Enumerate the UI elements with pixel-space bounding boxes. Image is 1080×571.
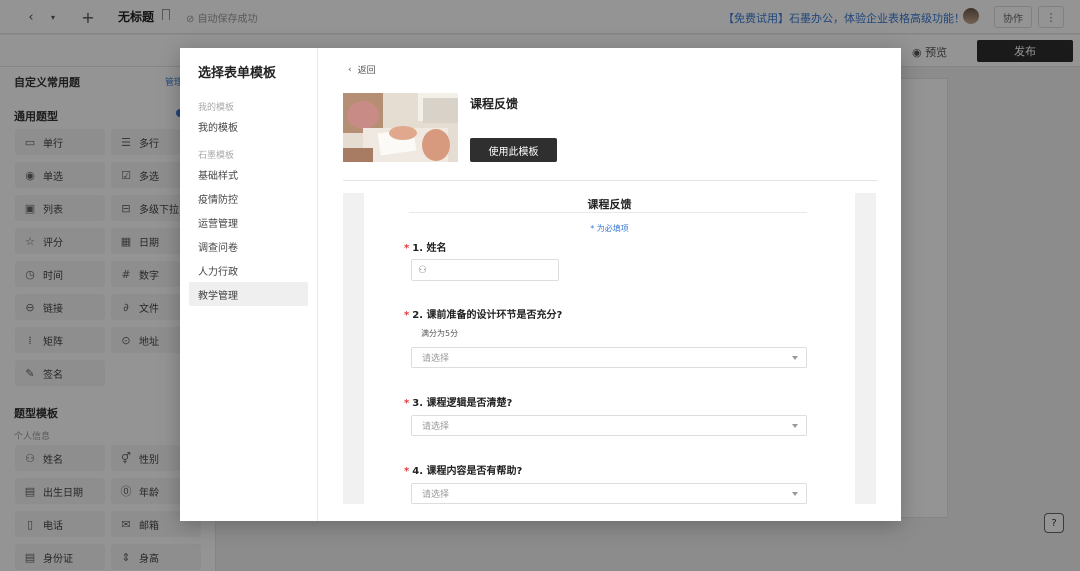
question-label: 1. 姓名 [412, 243, 447, 254]
required-star: * [404, 310, 410, 321]
back-button[interactable]: ‹ 返回 [348, 63, 376, 77]
template-name: 课程反馈 [470, 97, 519, 111]
form-preview[interactable]: 课程反馈 * 为必填项 * 1. 姓名 ⚇ * 2. 课前准备的设计环节是否充分? … [343, 193, 876, 504]
required-star: * [404, 243, 410, 254]
question-2-select[interactable]: 请选择 [411, 347, 807, 368]
back-label: 返回 [357, 66, 376, 76]
use-template-button[interactable]: 使用此模板 [470, 138, 557, 162]
category-operations[interactable]: 运营管理 [189, 210, 308, 234]
question-label: 2. 课前准备的设计环节是否充分? [412, 310, 563, 321]
template-category-sidebar: 选择表单模板 我的模板 我的模板 石墨模板 基础样式 疫情防控 运营管理 调查问… [180, 48, 318, 521]
question-3-select[interactable]: 请选择 [411, 415, 807, 436]
template-picker-modal: 选择表单模板 我的模板 我的模板 石墨模板 基础样式 疫情防控 运营管理 调查问… [180, 48, 901, 521]
question-2: * 2. 课前准备的设计环节是否充分? [404, 306, 562, 321]
modal-title: 选择表单模板 [198, 66, 277, 81]
select-placeholder: 请选择 [422, 490, 450, 500]
question-3: * 3. 课程逻辑是否清楚? [404, 394, 512, 409]
person-icon: ⚇ [418, 264, 427, 276]
template-detail: ‹ 返回 课程反馈 使用此模板 课程反馈 * 为必填项 * 1. 姓名 ⚇ * … [318, 48, 901, 521]
select-placeholder: 请选择 [422, 354, 450, 364]
category-epidemic[interactable]: 疫情防控 [189, 186, 308, 210]
required-star: * [404, 466, 410, 477]
caret-down-icon [792, 492, 798, 496]
select-placeholder: 请选择 [422, 422, 450, 432]
group-label-mine: 我的模板 [198, 103, 235, 113]
question-4: * 4. 课程内容是否有帮助? [404, 462, 522, 477]
question-note: 满分为5分 [421, 329, 459, 338]
question-4-select[interactable]: 请选择 [411, 483, 807, 504]
required-note: * 为必填项 [590, 224, 629, 233]
category-basic[interactable]: 基础样式 [189, 162, 308, 186]
title-divider [409, 212, 807, 213]
chevron-left-icon: ‹ [348, 64, 352, 75]
question-1: * 1. 姓名 [404, 239, 446, 254]
question-label: 3. 课程逻辑是否清楚? [412, 398, 513, 409]
category-my-templates[interactable]: 我的模板 [189, 114, 308, 138]
category-teaching[interactable]: 教学管理 [189, 282, 308, 306]
form-preview-paper: 课程反馈 * 为必填项 * 1. 姓名 ⚇ * 2. 课前准备的设计环节是否充分? … [364, 193, 855, 504]
form-title: 课程反馈 [587, 198, 632, 211]
caret-down-icon [792, 356, 798, 360]
template-thumbnail [343, 93, 458, 162]
category-survey[interactable]: 调查问卷 [189, 234, 308, 258]
question-label: 4. 课程内容是否有帮助? [412, 466, 523, 477]
divider [343, 180, 878, 181]
name-input[interactable]: ⚇ [411, 259, 559, 281]
group-label-shimo: 石墨模板 [198, 151, 235, 161]
category-hr[interactable]: 人力行政 [189, 258, 308, 282]
caret-down-icon [792, 424, 798, 428]
required-star: * [404, 398, 410, 409]
